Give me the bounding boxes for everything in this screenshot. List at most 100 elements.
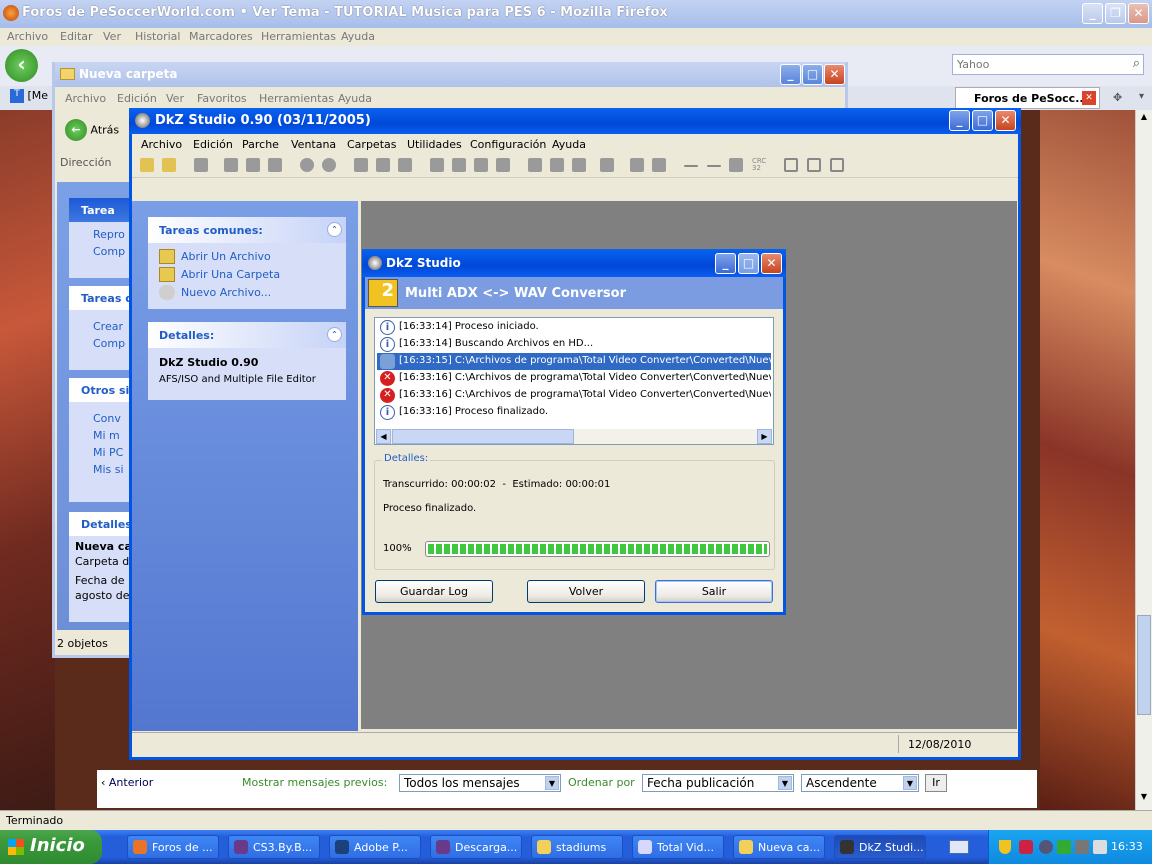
log-row[interactable]: ✕ [16:33:16] C:\Archivos de programa\Tota… [377,370,771,387]
explorer-minimize-button[interactable]: _ [780,64,801,85]
toolbar-icon[interactable] [398,158,412,172]
start-button[interactable]: Inicio [0,830,102,864]
toolbar-icon[interactable] [474,158,488,172]
dkz-minimize-button[interactable]: _ [949,110,970,131]
toolbar-icon[interactable] [630,158,644,172]
explorer-menu-ayuda[interactable]: Ayuda [338,92,372,105]
tab-list-icon[interactable]: ✥ [1113,91,1122,104]
dkz-menu-configuracion[interactable]: Configuración [470,138,546,151]
dkz-menu-ayuda[interactable]: Ayuda [552,138,586,151]
taskbar-item-photoshop[interactable]: Adobe P... [329,835,421,859]
tab-menu-icon[interactable]: ▾ [1139,91,1144,102]
toolbar-icon[interactable] [600,158,614,172]
dialog-titlebar[interactable]: DkZ Studio _ □ ✕ [362,249,786,277]
dkz-maximize-button[interactable]: □ [972,110,993,131]
firefox-menu-historial[interactable]: Historial [135,30,180,43]
security-shield-icon[interactable] [999,840,1011,854]
dkz-menu-edicion[interactable]: Edición [193,138,233,151]
toolbar-icon[interactable] [550,158,564,172]
log-horizontal-scrollbar[interactable]: ◀ ▶ [376,429,772,444]
go-button[interactable]: Ir [925,774,947,792]
explorer-back-button[interactable]: ← Atrás [65,119,119,143]
taskbar-item-cs3[interactable]: CS3.By.B... [228,835,320,859]
collapse-icon[interactable]: ⌃ [327,327,342,342]
firefox-menu-ver[interactable]: Ver [103,30,121,43]
toolbar-icon[interactable] [729,158,743,172]
scroll-thumb[interactable] [1137,615,1151,715]
network-icon[interactable] [1019,840,1033,854]
search-icon[interactable]: ⌕ [1133,56,1140,71]
crc-icon[interactable]: CRC 32 [752,158,766,172]
clock[interactable]: 16:33 [1111,840,1143,853]
tray-icon[interactable] [1057,840,1071,854]
scroll-left-icon[interactable]: ◀ [376,429,391,444]
firefox-menu-ayuda[interactable]: Ayuda [341,30,375,43]
tab-active[interactable]: Foros de PeSocc... ✕ [955,87,1100,109]
toolbar-icon[interactable] [430,158,444,172]
task-open-file[interactable]: Abrir Un Archivo [159,249,335,267]
back-arrow-icon[interactable]: ‹ [5,49,38,82]
task-open-folder[interactable]: Abrir Una Carpeta [159,267,335,285]
toolbar-icon[interactable] [496,158,510,172]
tray-icon[interactable] [1075,840,1089,854]
toolbar-icon[interactable] [652,158,666,172]
task-new-file[interactable]: Nuevo Archivo... [159,285,335,303]
log-list[interactable]: i [16:33:14] Proceso iniciado. i [16:33:14… [374,317,774,445]
explorer-menu-herramientas[interactable]: Herramientas [259,92,334,105]
dkz-close-button[interactable]: ✕ [995,110,1016,131]
toolbar-icon[interactable] [452,158,466,172]
explorer-menu-archivo[interactable]: Archivo [65,92,106,105]
save-log-button[interactable]: Guardar Log [375,580,493,603]
toolbar-icon[interactable] [684,165,698,167]
firefox-minimize-button[interactable]: _ [1082,3,1103,24]
scroll-up-icon[interactable]: ▲ [1137,112,1151,126]
toolbar-icon[interactable] [572,158,586,172]
explorer-close-button[interactable]: ✕ [824,64,845,85]
explorer-maximize-button[interactable]: □ [802,64,823,85]
dkz-menu-archivo[interactable]: Archivo [141,138,182,151]
log-row[interactable]: i [16:33:14] Proceso iniciado. [377,319,771,336]
explorer-menu-edicion[interactable]: Edición [117,92,157,105]
prev-link[interactable]: ‹ Anterior [101,776,153,789]
dkz-menu-parche[interactable]: Parche [242,138,279,151]
explorer-menu-ver[interactable]: Ver [166,92,184,105]
taskbar-item-nueva-carpeta[interactable]: Nueva ca... [733,835,825,859]
back-button[interactable]: Volver [527,580,645,603]
taskbar-item-total-video[interactable]: Total Vid... [632,835,724,859]
open-folder-icon[interactable] [140,158,154,172]
taskbar-item-firefox[interactable]: Foros de ... [127,835,219,859]
dkz-menu-carpetas[interactable]: Carpetas [347,138,396,151]
toolbar-icon[interactable] [246,158,260,172]
toolbar-icon[interactable] [322,158,336,172]
collapse-icon[interactable]: ⌃ [327,222,342,237]
toolbar-icon[interactable] [830,158,844,172]
dkz-titlebar[interactable]: DkZ Studio 0.90 (03/11/2005) _ □ ✕ [129,108,1021,134]
dialog-close-button[interactable]: ✕ [761,253,782,274]
firefox-menu-archivo[interactable]: Archivo [7,30,48,43]
log-row[interactable]: i [16:33:16] Proceso finalizado. [377,404,771,421]
firefox-restore-button[interactable]: ❐ [1105,3,1126,24]
scroll-down-icon[interactable]: ▼ [1137,792,1151,806]
volume-icon[interactable] [1093,840,1107,854]
firefox-scrollbar[interactable]: ▲ ▼ [1135,110,1152,810]
exit-button[interactable]: Salir [655,580,773,603]
direction-select[interactable]: Ascendente ▼ [801,774,919,792]
firefox-menu-herramientas[interactable]: Herramientas [261,30,336,43]
explorer-menu-favoritos[interactable]: Favoritos [197,92,247,105]
taskbar-item-stadiums[interactable]: stadiums [531,835,623,859]
toolbar-icon[interactable] [194,158,208,172]
toolbar-icon[interactable] [354,158,368,172]
keyboard-icon[interactable] [949,840,969,854]
order-select[interactable]: Fecha publicación ▼ [642,774,794,792]
toolbar-icon[interactable] [300,158,314,172]
open-folder-icon[interactable] [162,158,176,172]
toolbar-icon[interactable] [807,158,821,172]
search-field[interactable]: Yahoo ⌕ [952,54,1144,75]
tray-icon[interactable] [1039,840,1053,854]
toolbar-icon[interactable] [528,158,542,172]
toolbar-icon[interactable] [784,158,798,172]
taskbar-item-dkz[interactable]: DkZ Studi... [834,835,926,859]
tab-close-icon[interactable]: ✕ [1082,91,1096,105]
conversor-dialog[interactable]: DkZ Studio _ □ ✕ 2 Multi ADX <-> WAV Con… [362,249,786,615]
dialog-minimize-button[interactable]: _ [715,253,736,274]
